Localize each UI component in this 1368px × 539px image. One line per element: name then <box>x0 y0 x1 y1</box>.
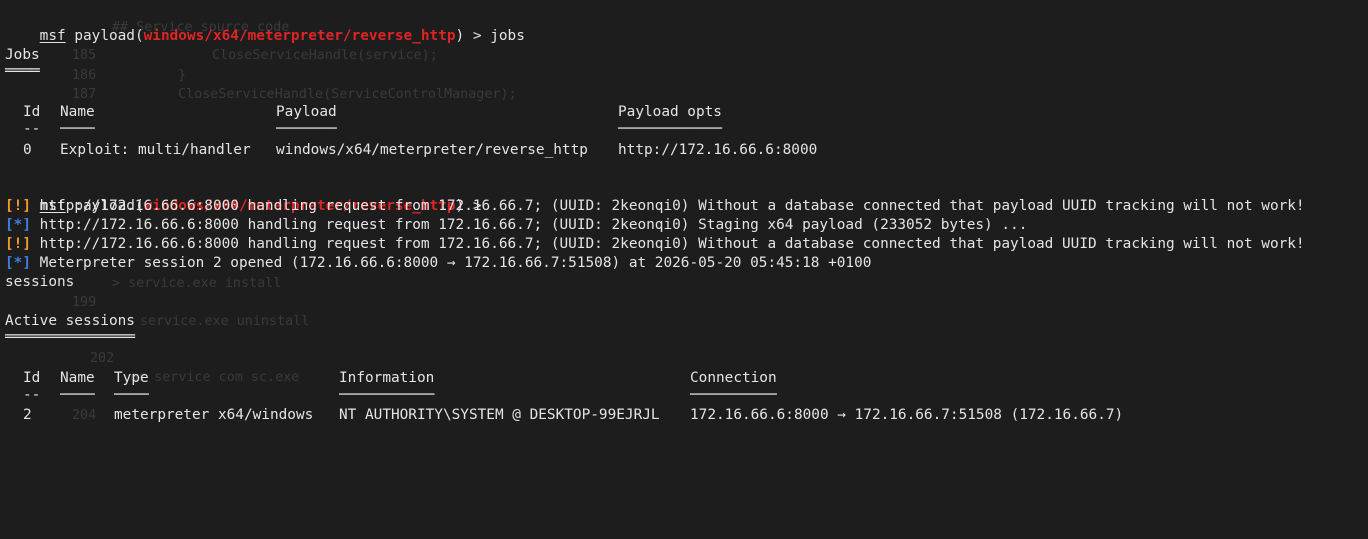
prompt-suffix: ) > <box>455 28 491 44</box>
log-line-warning: [!] http://172.16.66.6:8000 handling req… <box>5 197 1305 216</box>
log-text: http://172.16.66.6:8000 handling request… <box>39 236 1305 252</box>
log-line-info: [*] http://172.16.66.6:8000 handling req… <box>5 216 1027 235</box>
ghost-code-line: > service.exe install <box>112 276 282 291</box>
prompt-line: msf payload(windows/x64/meterpreter/reve… <box>5 178 490 214</box>
jobs-underline-payload-opts: ──────────── <box>618 121 722 137</box>
command-text: jobs <box>490 28 525 44</box>
jobs-title-underline: ════ <box>5 63 40 79</box>
sessions-command: sessions <box>5 274 75 290</box>
ghost-code-line: } <box>178 68 187 83</box>
table-row: 0 Exploit: multi/handler windows/x64/met… <box>5 141 1005 160</box>
ghost-code-line: CloseServiceHandle(service); <box>212 48 438 63</box>
sessions-underline-id: -- <box>23 387 41 403</box>
jobs-underline-id: -- <box>23 121 41 137</box>
sessions-underline-name: ──── <box>60 387 95 403</box>
warning-tag: [!] <box>5 236 31 252</box>
sessions-header-underline-row: -- ──── ──── ─────────── ────────── <box>5 386 1305 405</box>
prompt-line: msf payload(windows/x64/meterpreter/reve… <box>5 8 525 44</box>
session-connection: 172.16.66.6:8000 → 172.16.66.7:51508 (17… <box>690 407 1124 423</box>
table-row: 2 meterpreter x64/windows NT AUTHORITY\S… <box>5 406 1305 425</box>
jobs-underline-payload: ─────── <box>276 121 337 137</box>
log-text: http://172.16.66.6:8000 handling request… <box>39 198 1305 214</box>
sessions-underline-type: ──── <box>114 387 149 403</box>
log-text: Meterpreter session 2 opened (172.16.66.… <box>39 255 872 271</box>
jobs-header-underline-row: -- ──── ─────── ──────────── <box>5 120 1005 139</box>
job-id: 0 <box>23 142 32 158</box>
ghost-line-number: 199 <box>72 295 97 310</box>
warning-tag: [!] <box>5 198 31 214</box>
prompt-msf: msf <box>39 28 66 44</box>
info-tag: [*] <box>5 217 31 233</box>
sessions-underline-connection: ────────── <box>690 387 777 403</box>
sessions-underline-information: ─────────── <box>339 387 435 403</box>
sessions-title-underline: ═══════════════ <box>5 329 135 345</box>
ghost-line-number: 185 <box>72 48 97 63</box>
ghost-line-number: 187 <box>72 87 97 102</box>
prompt-module: windows/x64/meterpreter/reverse_http <box>143 28 456 44</box>
session-type: meterpreter x64/windows <box>114 407 314 423</box>
session-information: NT AUTHORITY\SYSTEM @ DESKTOP-99EJRJL <box>339 407 660 423</box>
ghost-code-line: service.exe uninstall <box>140 314 310 329</box>
ghost-line-number: 202 <box>90 351 115 366</box>
info-tag: [*] <box>5 255 31 271</box>
session-id: 2 <box>23 407 32 423</box>
job-payload: windows/x64/meterpreter/reverse_http <box>276 142 588 158</box>
ghost-line-number: 186 <box>72 68 97 83</box>
log-line-info: [*] Meterpreter session 2 opened (172.16… <box>5 254 871 273</box>
job-payload-opts: http://172.16.66.6:8000 <box>618 142 818 158</box>
job-name: Exploit: multi/handler <box>60 142 251 158</box>
jobs-underline-name: ──── <box>60 121 95 137</box>
ghost-code-line: CloseServiceHandle(ServiceControlManager… <box>178 87 517 102</box>
log-line-warning: [!] http://172.16.66.6:8000 handling req… <box>5 235 1305 254</box>
prompt-payload-prefix: payload( <box>74 28 144 44</box>
log-text: http://172.16.66.6:8000 handling request… <box>39 217 1028 233</box>
